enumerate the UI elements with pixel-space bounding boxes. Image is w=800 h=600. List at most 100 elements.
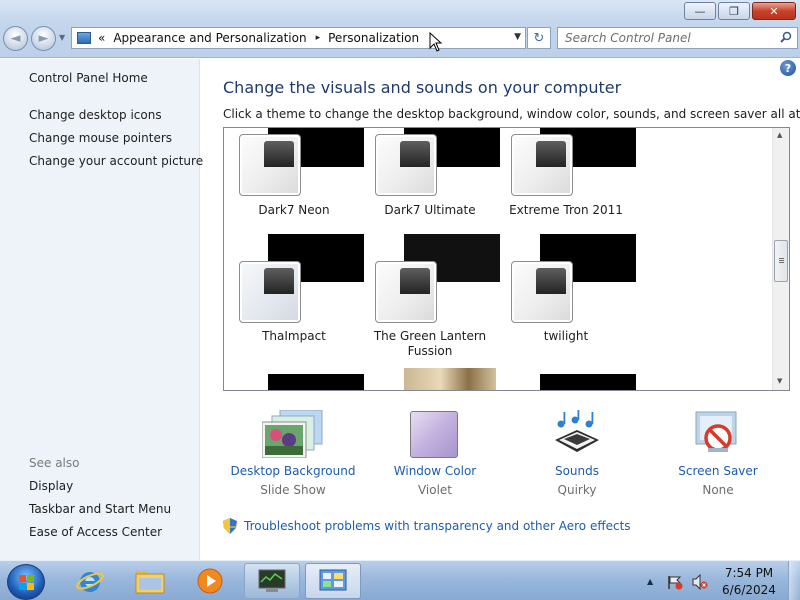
back-button[interactable]: ◄ <box>3 26 28 51</box>
show-desktop-button[interactable] <box>788 561 800 600</box>
theme-preview-window <box>511 134 573 196</box>
screen-saver-link[interactable]: Screen Saver <box>648 464 788 478</box>
control-panel-home-link[interactable]: Control Panel Home <box>29 71 148 85</box>
address-overflow[interactable]: « <box>98 31 105 45</box>
show-hidden-icons-button[interactable]: ▲ <box>647 577 653 586</box>
control-panel-icon <box>77 32 91 44</box>
address-bar[interactable]: « Appearance and Personalization ▸ Perso… <box>71 27 526 49</box>
sounds-value: Quirky <box>557 483 597 497</box>
recent-pages-dropdown[interactable]: ▼ <box>59 33 65 42</box>
theme-name: Dark7 Neon <box>258 203 330 217</box>
desktop-background-setting[interactable]: Desktop Background Slide Show <box>223 464 363 497</box>
start-button[interactable] <box>7 564 45 600</box>
breadcrumb-appearance[interactable]: Appearance and Personalization <box>113 31 306 45</box>
theme-gallery[interactable]: Dark7 Neon Dark7 Ultimate Extreme Tron 2… <box>223 127 790 391</box>
theme-preview-photo <box>404 368 496 390</box>
system-monitor-icon <box>258 569 286 592</box>
window-color-icon[interactable] <box>410 411 458 458</box>
close-button[interactable]: ✕ <box>752 2 796 20</box>
media-player-icon <box>197 568 223 594</box>
scroll-down-icon[interactable]: ▼ <box>777 377 782 385</box>
change-mouse-pointers-link[interactable]: Change mouse pointers <box>29 131 172 145</box>
window-color-value: Violet <box>417 483 453 497</box>
title-bar: — ❐ ✕ ◄ ► ▼ « Appearance and Personaliza… <box>0 0 800 58</box>
refresh-button[interactable]: ↻ <box>527 27 551 49</box>
scroll-up-icon[interactable]: ▲ <box>777 131 782 139</box>
taskbar-control-panel[interactable] <box>305 563 361 599</box>
theme-item[interactable]: Dark7 Ultimate <box>360 128 500 220</box>
taskbar-windows-explorer[interactable] <box>122 563 178 599</box>
screen-saver-icon[interactable] <box>692 410 742 458</box>
window-color-link[interactable]: Window Color <box>365 464 505 478</box>
taskbar-open-window[interactable] <box>244 563 300 599</box>
page-title: Change the visuals and sounds on your co… <box>223 78 622 97</box>
breadcrumb-separator-icon[interactable]: ▸ <box>316 33 321 43</box>
search-input[interactable] <box>565 31 770 45</box>
folder-icon <box>135 571 165 594</box>
control-panel-icon <box>319 569 347 591</box>
change-desktop-icons-link[interactable]: Change desktop icons <box>29 108 162 122</box>
search-box[interactable] <box>557 27 798 49</box>
desktop-background-value: Slide Show <box>260 483 326 497</box>
back-arrow-icon: ◄ <box>10 31 21 46</box>
troubleshoot-row[interactable]: Troubleshoot problems with transparency … <box>223 518 631 534</box>
internet-explorer-icon <box>76 572 104 592</box>
help-icon[interactable]: ? <box>780 60 796 76</box>
desktop-background-link[interactable]: Desktop Background <box>223 464 363 478</box>
ease-of-access-link[interactable]: Ease of Access Center <box>29 525 162 539</box>
refresh-icon: ↻ <box>533 30 545 46</box>
volume-muted-icon[interactable] <box>692 574 708 590</box>
theme-preview-window <box>375 134 437 196</box>
screen-saver-value: None <box>702 483 734 497</box>
page-description: Click a theme to change the desktop back… <box>223 107 800 121</box>
forward-button[interactable]: ► <box>31 26 56 51</box>
taskbar-internet-explorer[interactable] <box>62 563 118 599</box>
window-controls: — ❐ ✕ <box>682 2 796 20</box>
theme-name: The Green Lantern Fussion <box>373 329 487 358</box>
uac-shield-icon <box>223 518 237 534</box>
scrollbar-thumb[interactable] <box>774 240 788 282</box>
theme-item[interactable]: twilight <box>496 234 636 362</box>
maximize-button[interactable]: ❐ <box>718 2 750 20</box>
theme-preview-window <box>375 261 437 323</box>
see-also-heading: See also <box>29 456 80 470</box>
taskbar-start-menu-link[interactable]: Taskbar and Start Menu <box>29 502 171 516</box>
theme-item[interactable]: Extreme Tron 2011 <box>496 128 636 220</box>
theme-name: ThaImpact <box>262 329 326 343</box>
change-account-picture-link[interactable]: Change your account picture <box>29 154 203 168</box>
clock-time: 7:54 PM <box>724 566 774 580</box>
troubleshoot-aero-link[interactable]: Troubleshoot problems with transparency … <box>244 519 631 533</box>
theme-item[interactable]: The Green Lantern Fussion <box>360 234 500 362</box>
taskbar: ▲ <box>0 560 800 600</box>
display-link[interactable]: Display <box>29 479 73 493</box>
windows-logo-icon <box>19 575 34 590</box>
theme-preview-window <box>239 261 301 323</box>
sounds-setting[interactable]: Sounds Quirky <box>507 464 647 497</box>
sounds-link[interactable]: Sounds <box>507 464 647 478</box>
minimize-button[interactable]: — <box>684 2 716 20</box>
clock-date: 6/6/2024 <box>722 583 776 597</box>
address-dropdown-icon[interactable]: ▼ <box>514 32 521 42</box>
system-clock[interactable]: 7:54 PM 6/6/2024 <box>718 565 780 599</box>
theme-name: Dark7 Ultimate <box>384 203 476 217</box>
theme-item[interactable]: ThaImpact <box>224 234 364 362</box>
theme-name: twilight <box>543 329 589 343</box>
search-icon[interactable] <box>780 31 792 43</box>
theme-item[interactable]: Dark7 Neon <box>224 128 364 220</box>
theme-preview-background <box>268 374 364 390</box>
theme-gallery-scrollbar[interactable]: ▲ ▼ <box>772 128 789 390</box>
sounds-icon[interactable] <box>551 410 601 458</box>
desktop-background-icon[interactable] <box>262 410 324 458</box>
left-navigation-pane: Control Panel Home Change desktop icons … <box>0 59 203 560</box>
screen-saver-setting[interactable]: Screen Saver None <box>648 464 788 497</box>
grip-icon <box>779 258 784 259</box>
window-color-setting[interactable]: Window Color Violet <box>365 464 505 497</box>
action-center-icon[interactable] <box>667 574 683 590</box>
theme-preview-window <box>511 261 573 323</box>
mouse-cursor-icon <box>429 32 443 52</box>
theme-preview-window <box>239 134 301 196</box>
taskbar-media-player[interactable] <box>182 563 238 599</box>
theme-name: Extreme Tron 2011 <box>509 203 623 217</box>
breadcrumb-personalization[interactable]: Personalization <box>328 31 419 45</box>
forward-arrow-icon: ► <box>38 31 49 46</box>
